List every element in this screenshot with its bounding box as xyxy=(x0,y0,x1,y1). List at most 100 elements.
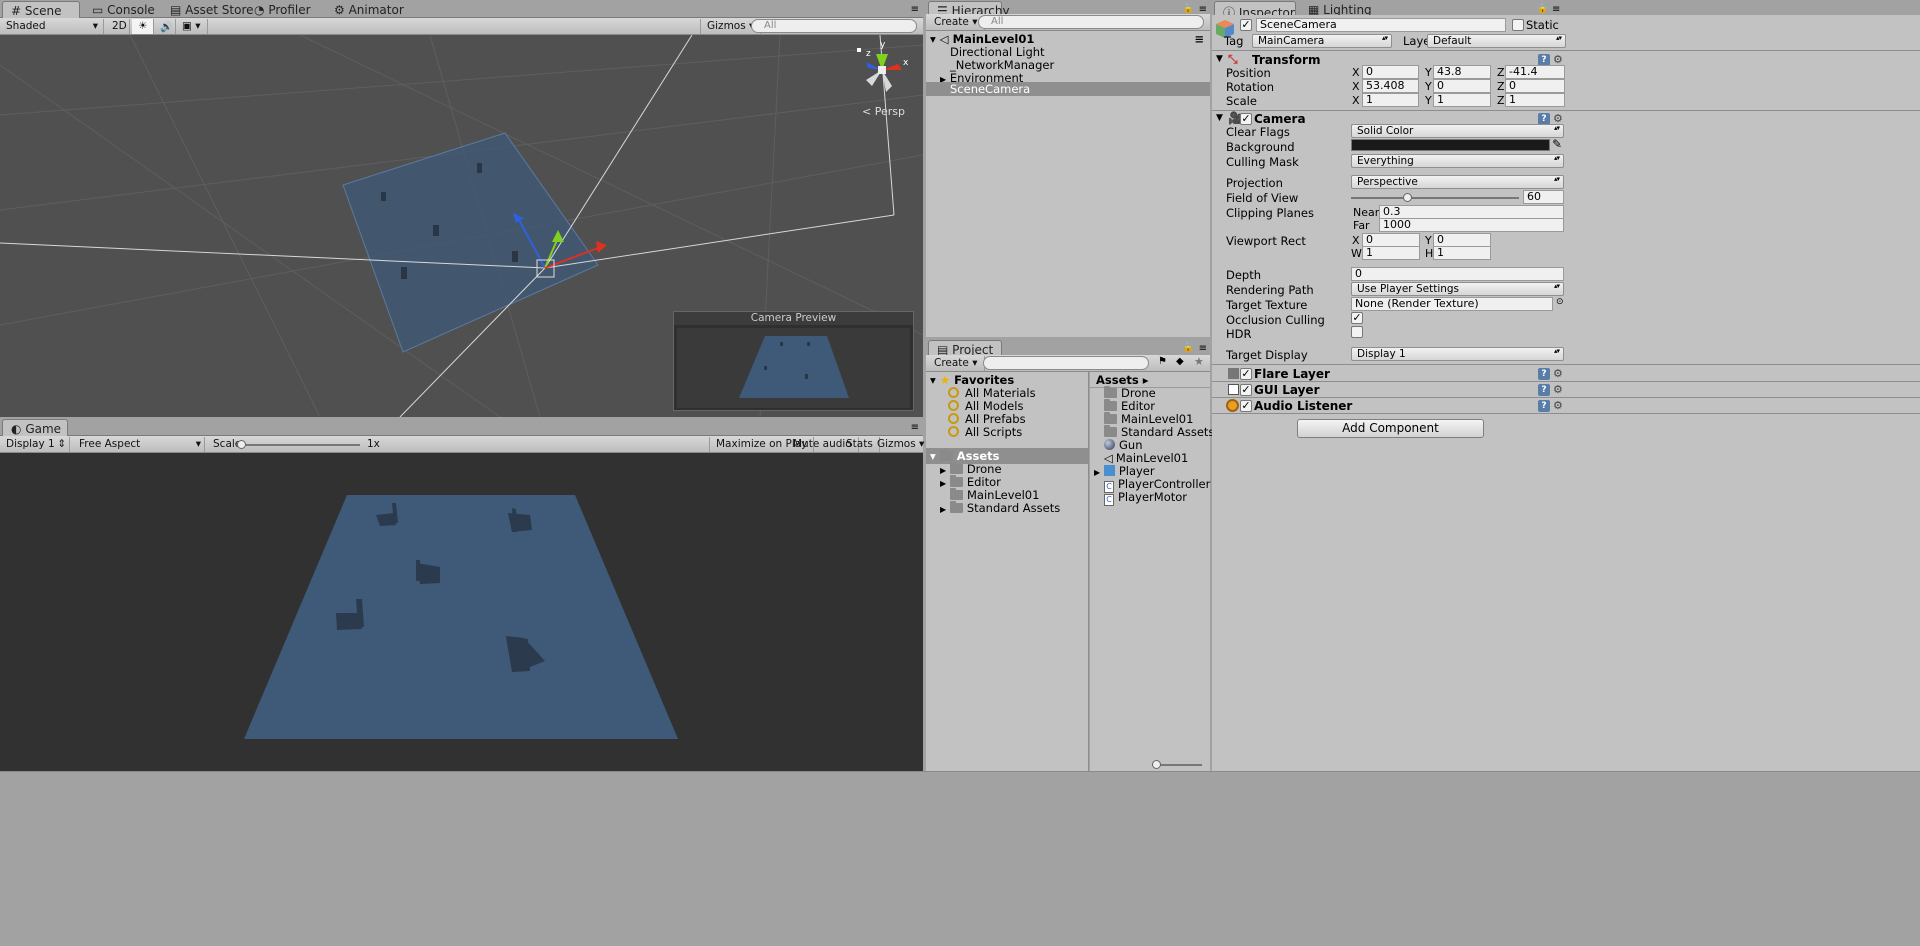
aspect-dropdown[interactable]: Free Aspect ▾ xyxy=(73,437,205,452)
position-z-field[interactable]: -41.4 xyxy=(1505,65,1565,79)
tag-dropdown[interactable]: MainCamera xyxy=(1252,34,1392,48)
eyedropper-icon[interactable]: ✎ xyxy=(1552,137,1562,151)
projection-label: Projection xyxy=(1226,176,1283,190)
foldout-arrow-icon[interactable]: ▼ xyxy=(1216,113,1223,123)
favorite-item[interactable]: All Scripts xyxy=(926,424,1088,440)
static-checkbox[interactable] xyxy=(1512,19,1524,31)
persp-label[interactable]: < Persp xyxy=(862,105,905,118)
scale-slider-thumb[interactable] xyxy=(237,440,246,449)
tab-profiler[interactable]: ◔ Profiler xyxy=(246,1,319,18)
add-component-button[interactable]: Add Component xyxy=(1297,419,1484,438)
target-display-dropdown[interactable]: Display 1 xyxy=(1351,347,1564,361)
hierarchy-create-dropdown[interactable]: Create ▾ xyxy=(928,15,985,30)
projection-dropdown[interactable]: Perspective xyxy=(1351,175,1564,189)
shading-mode-dropdown[interactable]: Shaded ▾ xyxy=(0,19,104,34)
help-icon[interactable]: ? xyxy=(1538,400,1550,412)
panel-menu-icon[interactable]: ≡ xyxy=(911,422,919,433)
scale-slider[interactable] xyxy=(237,440,360,449)
audio-toggle-icon[interactable]: 🔊 xyxy=(154,19,176,34)
rotation-x-field[interactable]: 53.408 xyxy=(1362,79,1419,93)
display-dropdown[interactable]: Display 1 ⇕ xyxy=(0,437,70,452)
viewport-x-field[interactable]: 0 xyxy=(1362,233,1420,247)
object-name-field[interactable]: SceneCamera xyxy=(1256,18,1506,32)
scale-y-field[interactable]: 1 xyxy=(1433,93,1491,107)
effects-dropdown-icon[interactable]: ▣ ▾ xyxy=(176,19,208,34)
fov-slider-thumb[interactable] xyxy=(1403,193,1412,202)
gear-icon[interactable]: ⚙ xyxy=(1553,383,1563,396)
layer-dropdown[interactable]: Default xyxy=(1427,34,1566,48)
panel-menu-icon[interactable]: ≡ xyxy=(1552,4,1560,15)
lighting-toggle-icon[interactable]: ☀ xyxy=(132,19,154,34)
rotation-z-field[interactable]: 0 xyxy=(1505,79,1565,93)
foldout-arrow-icon[interactable]: ▶ xyxy=(940,505,946,514)
asset-tree-item[interactable]: ▶ Standard Assets xyxy=(926,500,1088,516)
camera-enabled-checkbox[interactable]: ✓ xyxy=(1240,113,1252,125)
near-field[interactable]: 0.3 xyxy=(1379,205,1564,219)
gear-icon[interactable]: ⚙ xyxy=(1553,367,1563,380)
tab-console[interactable]: ▭ Console xyxy=(84,1,163,18)
scene-search-input[interactable]: All xyxy=(751,19,917,33)
scale-x-field[interactable]: 1 xyxy=(1362,93,1419,107)
hierarchy-search-input[interactable]: All xyxy=(978,15,1204,29)
viewport-h-field[interactable]: 1 xyxy=(1433,246,1491,260)
panel-menu-icon[interactable]: ≡ xyxy=(1199,343,1207,354)
project-search-input[interactable] xyxy=(983,356,1149,370)
transform-icon: ⤡ xyxy=(1228,52,1238,66)
active-checkbox[interactable]: ✓ xyxy=(1240,19,1252,31)
filter-by-label-icon[interactable]: ◆ xyxy=(1176,356,1184,367)
help-icon[interactable]: ? xyxy=(1538,384,1550,396)
status-bar xyxy=(0,771,1920,946)
filter-by-type-icon[interactable]: ⚑ xyxy=(1158,356,1167,367)
target-texture-field[interactable]: None (Render Texture) xyxy=(1351,297,1553,311)
scale-z-field[interactable]: 1 xyxy=(1505,93,1565,107)
orientation-gizmo[interactable]: y x z xyxy=(852,40,912,100)
lock-icon[interactable]: 🔒 xyxy=(1183,4,1194,14)
position-x-field[interactable]: 0 xyxy=(1362,65,1419,79)
fov-slider[interactable] xyxy=(1351,193,1519,202)
game-viewport[interactable] xyxy=(0,453,923,771)
viewport-w-field[interactable]: 1 xyxy=(1362,246,1420,260)
icon-size-slider-thumb[interactable] xyxy=(1152,760,1161,769)
clear-flags-dropdown[interactable]: Solid Color xyxy=(1351,124,1564,138)
panel-menu-icon[interactable]: ≡ xyxy=(911,4,919,15)
tab-animator[interactable]: ⚙ Animator xyxy=(326,1,412,18)
separator xyxy=(1212,50,1920,51)
object-picker-icon[interactable]: ⊙ xyxy=(1556,297,1564,307)
fov-field[interactable]: 60 xyxy=(1523,190,1564,204)
project-create-dropdown[interactable]: Create ▾ xyxy=(928,356,985,371)
viewport-y-field[interactable]: 0 xyxy=(1433,233,1491,247)
flare-layer-checkbox[interactable]: ✓ xyxy=(1240,368,1252,380)
scene-viewport[interactable]: y x z < Persp Camera Preview xyxy=(0,35,923,417)
gear-icon[interactable]: ⚙ xyxy=(1553,399,1563,412)
audio-listener-checkbox[interactable]: ✓ xyxy=(1240,400,1252,412)
culling-mask-dropdown[interactable]: Everything xyxy=(1351,154,1564,168)
rotation-y-field[interactable]: 0 xyxy=(1433,79,1491,93)
tab-scene[interactable]: # Scene xyxy=(2,1,80,18)
lock-icon[interactable]: 🔒 xyxy=(1183,343,1194,353)
foldout-arrow-icon[interactable]: ▼ xyxy=(1216,54,1223,64)
occlusion-culling-checkbox[interactable]: ✓ xyxy=(1351,312,1363,324)
hierarchy-item-selected[interactable]: SceneCamera xyxy=(926,82,1210,96)
2d-toggle[interactable]: 2D xyxy=(106,19,130,34)
background-color-swatch[interactable] xyxy=(1351,139,1550,151)
depth-field[interactable]: 0 xyxy=(1351,267,1564,281)
tab-game[interactable]: ◐ Game xyxy=(2,419,68,436)
asset-file[interactable]: C PlayerMotor xyxy=(1090,489,1210,506)
lock-icon[interactable]: 🔒 xyxy=(1537,4,1548,14)
rendering-path-label: Rendering Path xyxy=(1226,283,1314,297)
store-icon: ▤ xyxy=(170,3,182,17)
axis-x-label: X xyxy=(1352,94,1360,107)
hdr-checkbox[interactable] xyxy=(1351,326,1363,338)
ground-plane xyxy=(342,132,599,353)
camera-header[interactable]: ▼ 🎥 ✓ Camera ? ⚙ xyxy=(1212,111,1920,129)
icon-size-slider[interactable] xyxy=(1152,760,1202,769)
rendering-path-dropdown[interactable]: Use Player Settings xyxy=(1351,282,1564,296)
position-y-field[interactable]: 43.8 xyxy=(1433,65,1491,79)
gui-layer-checkbox[interactable]: ✓ xyxy=(1240,384,1252,396)
favorites-star-icon[interactable]: ★ xyxy=(1194,355,1204,368)
help-icon[interactable]: ? xyxy=(1538,368,1550,380)
target-texture-label: Target Texture xyxy=(1226,298,1308,312)
transform-header[interactable]: ▼ ⤡ Transform ? ⚙ xyxy=(1212,52,1920,70)
far-field[interactable]: 1000 xyxy=(1379,218,1564,232)
game-gizmos-dropdown[interactable]: Gizmos ▾ xyxy=(871,437,932,452)
